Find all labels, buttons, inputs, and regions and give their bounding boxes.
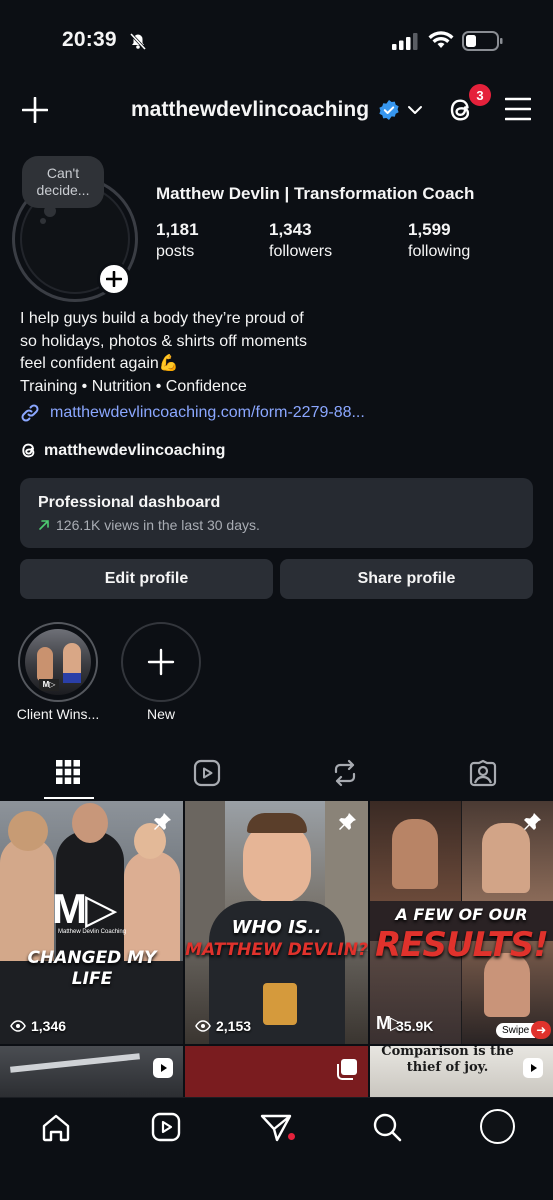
- threads-profile-link[interactable]: matthewdevlincoaching: [20, 441, 225, 460]
- bottom-navigation: [0, 1097, 553, 1200]
- full-name: Matthew Devlin | Transformation Coach: [156, 184, 475, 203]
- bio-line: feel confident again💪: [20, 355, 179, 372]
- threads-small-icon: [22, 443, 35, 458]
- account-switch-chevron-icon[interactable]: [406, 101, 424, 124]
- arrow-right-icon: ➜: [531, 1021, 552, 1039]
- messages-unread-dot: [288, 1133, 295, 1140]
- share-profile-button[interactable]: Share profile: [280, 559, 533, 599]
- menu-icon[interactable]: [504, 97, 532, 126]
- posts-count: 1,181: [156, 220, 199, 239]
- swipe-label: Swipe: [496, 1022, 536, 1038]
- plus-icon: [147, 648, 175, 676]
- edit-profile-button[interactable]: Edit profile: [20, 559, 273, 599]
- following-label: following: [408, 243, 471, 260]
- profile-nav-avatar[interactable]: [480, 1109, 515, 1144]
- eye-icon: [195, 1020, 211, 1032]
- tab-tagged[interactable]: [469, 759, 497, 792]
- reel-icon: [523, 1058, 543, 1078]
- post-caption-text: Comparison is the thief of joy.: [381, 1046, 514, 1075]
- battery-icon: [462, 31, 504, 56]
- carousel-icon: [336, 1058, 358, 1085]
- eye-icon: [10, 1020, 26, 1032]
- view-count-value: 1,346: [31, 1018, 67, 1034]
- reel-icon: [153, 1058, 173, 1078]
- wifi-icon: [428, 30, 454, 55]
- bio-line: I help guys build a body they’re proud o…: [20, 310, 304, 327]
- followers-stat[interactable]: 1,343 followers: [269, 220, 332, 261]
- professional-dashboard[interactable]: Professional dashboard 126.1K views in t…: [20, 478, 533, 548]
- post-tile[interactable]: WHO IS.. MATTHEW DEVLIN? 2,153: [185, 801, 368, 1044]
- dashboard-subtitle-row: 126.1K views in the last 30 days.: [38, 517, 515, 533]
- reels-icon: [193, 759, 221, 787]
- bio-link-text: matthewdevlincoaching.com/form-2279-88..…: [50, 404, 365, 421]
- status-time: 20:39: [62, 28, 117, 51]
- bio: I help guys build a body they’re proud o…: [20, 308, 307, 398]
- search-icon[interactable]: [372, 1112, 402, 1147]
- following-count: 1,599: [408, 220, 451, 239]
- home-icon[interactable]: [41, 1113, 71, 1148]
- post-tile[interactable]: Comparison is the thief of joy.: [370, 1046, 553, 1097]
- pinned-icon: [336, 811, 358, 838]
- add-story-button[interactable]: [97, 262, 131, 296]
- profile-note[interactable]: Can't decide...: [22, 156, 104, 208]
- threads-notification-badge: 3: [469, 84, 491, 106]
- tab-reels[interactable]: [193, 759, 221, 792]
- profile-username[interactable]: matthewdevlincoaching: [131, 98, 369, 122]
- grid-icon: [56, 760, 80, 784]
- highlight-label: Client Wins...: [16, 706, 100, 722]
- post-overlay-text: CHANGED MY LIFE: [27, 948, 157, 989]
- messages-icon[interactable]: [260, 1113, 292, 1148]
- posts-stat[interactable]: 1,181 posts: [156, 220, 199, 261]
- following-stat[interactable]: 1,599 following: [408, 220, 470, 261]
- plus-icon: [106, 271, 122, 287]
- posts-label: posts: [156, 243, 195, 260]
- tab-grid[interactable]: [56, 760, 80, 789]
- highlight-cover: M▷: [25, 629, 91, 695]
- silent-mode-icon: [128, 31, 148, 56]
- signal-icon: [392, 32, 418, 55]
- create-post-icon[interactable]: [21, 96, 49, 124]
- post-tile[interactable]: [0, 1046, 183, 1097]
- highlight-client-wins[interactable]: M▷: [18, 622, 98, 702]
- reels-nav-icon[interactable]: [151, 1112, 181, 1147]
- post-overlay-text-line1: WHO IS..: [231, 917, 322, 938]
- link-icon: [21, 404, 39, 422]
- bio-line: so holidays, photos & shirts off moments: [20, 332, 307, 350]
- threads-handle: matthewdevlincoaching: [44, 441, 226, 459]
- note-bubble-dot-small: [40, 218, 46, 224]
- view-count: 35.9K: [396, 1018, 433, 1034]
- pinned-icon: [521, 811, 543, 838]
- brand-logo: M▷: [52, 885, 117, 932]
- swipe-indicator: Swipe ➜: [496, 1021, 552, 1039]
- new-highlight-label: New: [146, 706, 175, 722]
- brand-logo-text: Matthew Devlin Coaching: [58, 929, 127, 935]
- post-overlay-text-line2: MATTHEW DEVLIN?: [185, 940, 368, 960]
- verified-badge-icon: [378, 99, 400, 126]
- trend-up-arrow-icon: [39, 520, 49, 530]
- tab-reposts[interactable]: [331, 759, 359, 792]
- post-overlay-text-line1: A FEW OF OUR: [395, 905, 528, 924]
- dashboard-subtitle: 126.1K views in the last 30 days.: [56, 517, 260, 533]
- view-count: 1,346: [10, 1018, 66, 1034]
- followers-count: 1,343: [269, 220, 312, 239]
- active-tab-indicator: [44, 797, 94, 799]
- bio-line: Training • Nutrition • Confidence: [20, 377, 247, 395]
- tagged-person-icon: [469, 759, 497, 787]
- post-tile[interactable]: [185, 1046, 368, 1097]
- pinned-icon: [151, 811, 173, 838]
- view-count: 2,153: [195, 1018, 251, 1034]
- bio-link[interactable]: matthewdevlincoaching.com/form-2279-88..…: [20, 403, 365, 423]
- repost-icon: [334, 759, 356, 787]
- followers-label: followers: [269, 243, 333, 260]
- post-overlay-text-line2: RESULTS!: [375, 925, 549, 965]
- new-highlight-button[interactable]: [121, 622, 201, 702]
- view-count-value: 2,153: [216, 1018, 252, 1034]
- view-count-value: 35.9K: [396, 1018, 434, 1034]
- post-tile[interactable]: M▷ Matthew Devlin Coaching CHANGED MY LI…: [0, 801, 183, 1044]
- dashboard-title: Professional dashboard: [38, 494, 221, 511]
- post-tile[interactable]: A FEW OF OUR RESULTS! M▷ 35.9K Swipe ➜: [370, 801, 553, 1044]
